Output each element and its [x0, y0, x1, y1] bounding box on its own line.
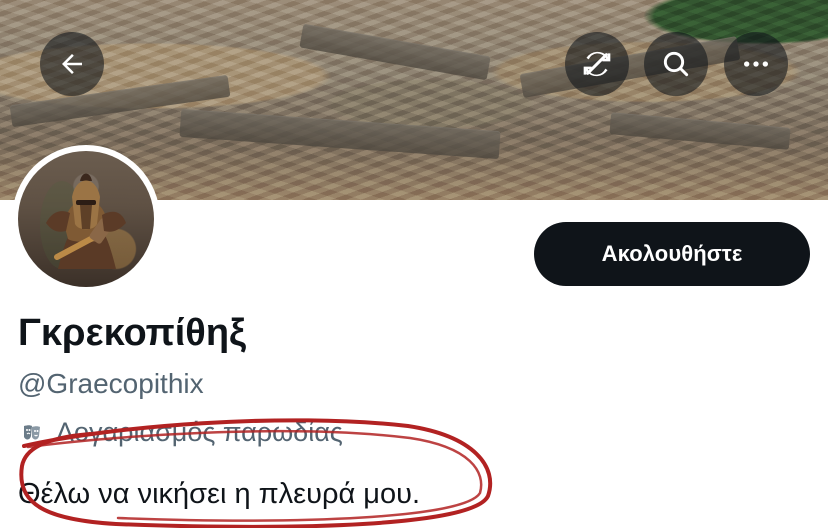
ruin-wall [179, 108, 501, 160]
search-button[interactable] [644, 32, 708, 96]
back-button[interactable] [40, 32, 104, 96]
more-horizontal-icon [744, 61, 768, 67]
ruin-wall [299, 23, 491, 81]
sync-button[interactable] [565, 32, 629, 96]
profile-parody-label: Λογαριασμός παρωδίας [56, 417, 343, 447]
avatar-illustration [40, 173, 126, 269]
ruin-wall [609, 112, 791, 150]
avatar-frame[interactable] [12, 145, 160, 293]
profile-name: Γκρεκοπίθηξ [18, 312, 246, 354]
follow-button[interactable]: Ακολουθήστε [534, 222, 810, 286]
search-icon [663, 51, 689, 77]
back-arrow-icon [62, 54, 82, 74]
parody-mask-icon [18, 419, 46, 447]
sync-off-icon [583, 51, 611, 77]
profile-bio: Θέλω να νικήσει η πλευρά μου. [18, 478, 421, 510]
more-options-button[interactable] [724, 32, 788, 96]
avatar[interactable] [18, 151, 154, 287]
profile-handle: @Graecopithix [18, 368, 204, 399]
profile-label-row: Λογαριασμός παρωδίας [18, 417, 343, 448]
